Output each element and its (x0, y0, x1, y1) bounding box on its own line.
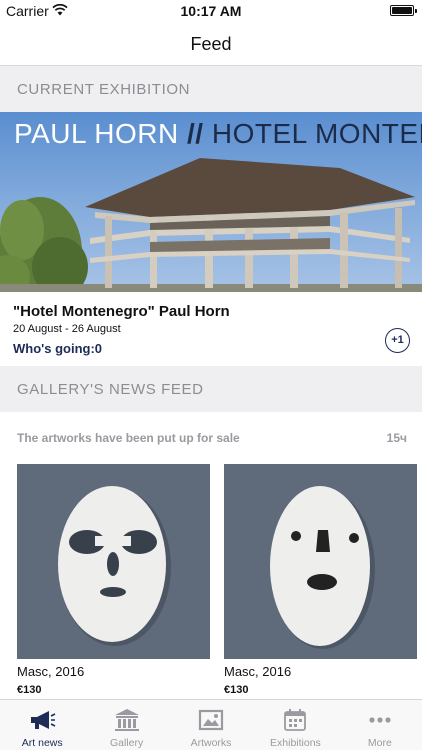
section-label: CURRENT EXHIBITION (17, 81, 191, 98)
news-item-time: 15ч (386, 431, 407, 445)
tab-label: Exhibitions (270, 737, 321, 749)
banner-hotel-title: HOTEL MONTENE (211, 118, 422, 149)
news-feed-header: GALLERY'S NEWS FEED (0, 366, 422, 412)
whos-going-link[interactable]: Who's going:0 (13, 341, 102, 356)
plus-one-button[interactable]: +1 (385, 328, 410, 353)
artwork-price: €130 (224, 684, 249, 696)
artwork-image[interactable] (17, 464, 210, 659)
more-dots-icon (369, 717, 391, 723)
picture-icon (198, 709, 224, 731)
tab-label: Artworks (190, 737, 232, 749)
tab-gallery[interactable]: Gallery (84, 700, 168, 750)
megaphone-icon (31, 711, 56, 729)
clock: 10:17 AM (180, 3, 242, 19)
section-label: GALLERY'S NEWS FEED (17, 381, 204, 398)
exhibition-title[interactable]: "Hotel Montenegro" Paul Horn (13, 303, 230, 320)
news-item-header: The artworks have been put up for sale 1… (17, 431, 407, 449)
status-bar: Carrier 10:17 AM (0, 0, 422, 22)
artwork-card[interactable]: Masc, 2016 €130 (224, 464, 417, 696)
artwork-title: Masc, 2016 (17, 664, 85, 679)
artwork-card[interactable]: Masc, 2016 €130 (17, 464, 210, 696)
calendar-icon (284, 709, 307, 731)
banner-artist: PAUL HORN (14, 118, 179, 149)
tab-label: More (367, 737, 392, 749)
news-item-text: The artworks have been put up for sale (17, 431, 240, 445)
tab-bar: Art news Gallery Artworks Exhibitions Mo… (0, 699, 422, 750)
exhibition-banner[interactable]: PAUL HORN // HOTEL MONTENE (0, 112, 422, 292)
tab-artworks[interactable]: Artworks (169, 700, 253, 750)
tab-label: Gallery (109, 737, 144, 749)
navigation-bar: Feed (0, 22, 422, 66)
tab-art-news[interactable]: Art news (0, 700, 84, 750)
banner-separator: // (187, 118, 204, 149)
banner-title: PAUL HORN // HOTEL MONTENE (14, 118, 422, 150)
artwork-image[interactable] (224, 464, 417, 659)
museum-icon (114, 709, 139, 731)
current-exhibition-header: CURRENT EXHIBITION (0, 66, 422, 112)
artwork-title: Masc, 2016 (224, 664, 292, 679)
mask-illustration (224, 464, 417, 659)
page-title: Feed (190, 34, 232, 54)
battery-icon (390, 5, 417, 16)
tab-exhibitions[interactable]: Exhibitions (253, 700, 337, 750)
tab-label: Art news (21, 737, 63, 749)
artwork-price: €130 (17, 684, 42, 696)
tab-more[interactable]: More (338, 700, 422, 750)
exhibition-dates: 20 August - 26 August (13, 323, 121, 335)
mask-illustration (17, 464, 210, 659)
